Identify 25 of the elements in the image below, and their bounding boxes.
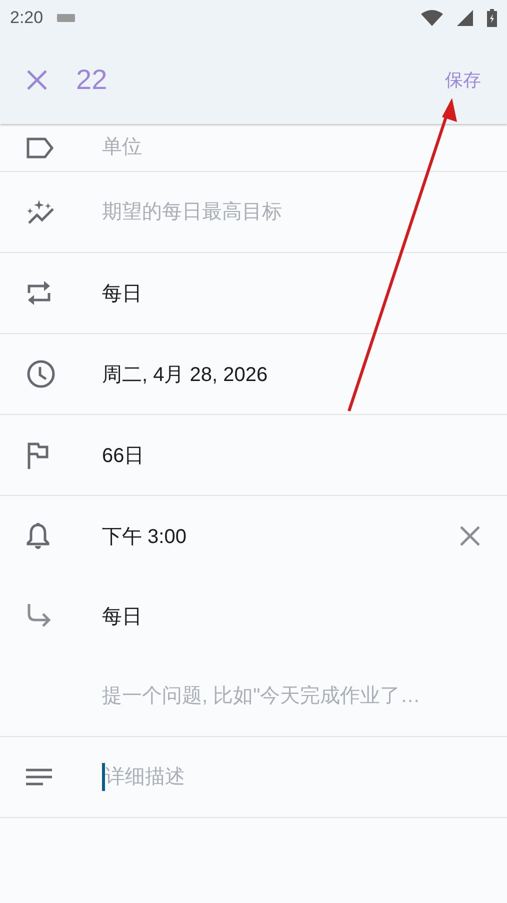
clock-icon: [26, 359, 56, 389]
sparkle-trend-icon: [26, 199, 56, 225]
wifi-icon: [421, 10, 443, 26]
close-icon[interactable]: [26, 68, 48, 90]
input-field[interactable]: 期望的每日最高目标: [102, 200, 481, 224]
input-field[interactable]: 提一个问题, 比如"今天完成作业了…: [102, 684, 481, 708]
keyboard-icon: [57, 14, 76, 22]
bell-icon: [26, 522, 50, 550]
field-value[interactable]: 下午 3:00: [102, 522, 459, 550]
field-value[interactable]: 每日: [102, 602, 481, 630]
battery-icon: [487, 8, 497, 26]
habit-title: 22: [76, 64, 108, 96]
description-field[interactable]: 详细描述: [105, 766, 481, 788]
input-field[interactable]: 单位: [102, 136, 481, 159]
field-value[interactable]: 66日: [102, 442, 481, 468]
flag-icon: [26, 441, 50, 469]
signal-icon: [457, 10, 473, 26]
text-lines-icon: [26, 768, 52, 786]
field-value[interactable]: 每日: [102, 280, 481, 306]
repeat-icon: [26, 279, 52, 307]
status-time: 2:20: [10, 8, 44, 28]
close-icon[interactable]: [459, 525, 481, 547]
tag-icon: [26, 136, 54, 158]
field-value[interactable]: 周二, 4月 28, 2026: [102, 360, 481, 388]
turn-arrow-icon: [26, 603, 52, 629]
